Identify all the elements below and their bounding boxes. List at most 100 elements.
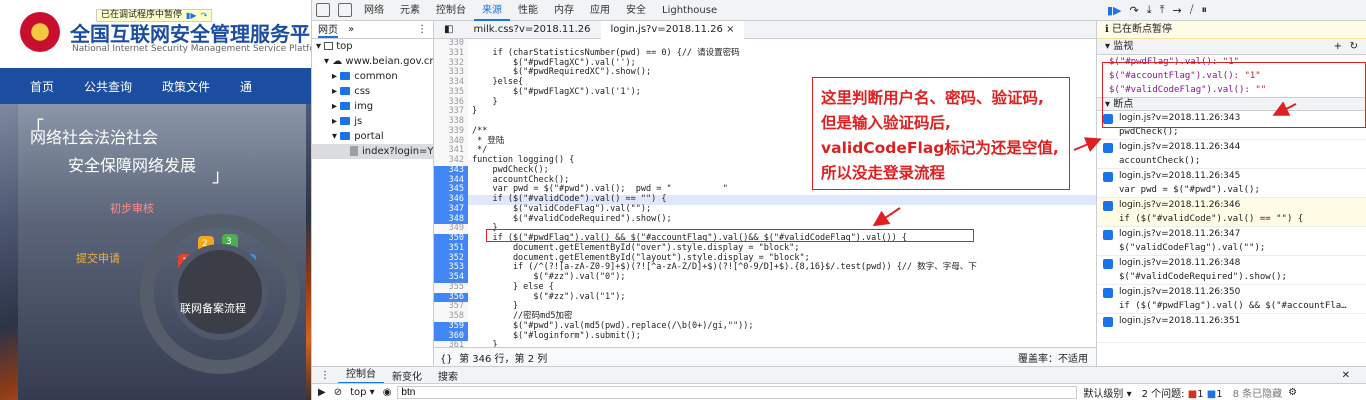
tree-item-img[interactable]: ▸ img [312,99,433,114]
tab-elements[interactable]: 元素 [392,0,428,21]
inspect-element-icon[interactable] [316,3,330,17]
breakpoint-source: if ($("#validCode").val() == "") { [1119,214,1304,224]
breakpoint-item[interactable]: login.js?v=2018.11.26:346 if ($("#validCo… [1097,198,1366,227]
code-line[interactable]: 360 $("#loginform").submit(); [434,331,1096,342]
tab-sources[interactable]: 来源 [474,0,510,21]
breakpoint-checkbox[interactable] [1103,288,1113,298]
navigator-tabs: 网页 » ⋮ [312,21,433,39]
pause-exceptions-icon[interactable]: ⏸ [1201,3,1207,17]
breakpoint-item[interactable]: login.js?v=2018.11.26:351 [1097,314,1366,343]
breakpoint-source [1119,328,1366,342]
annotation-line: 但是输入验证码后, [821,114,951,132]
tree-item-js[interactable]: ▸ js [312,114,433,129]
breakpoint-checkbox[interactable] [1103,317,1113,327]
device-toolbar-icon[interactable] [338,3,352,17]
breakpoint-item[interactable]: login.js?v=2018.11.26:344 accountCheck(); [1097,140,1366,169]
tab-application[interactable]: 应用 [582,0,618,21]
issues-count[interactable]: 2 个问题: ■1 ■1 [1142,385,1223,400]
console-settings-icon[interactable]: ⚙ [1288,387,1297,398]
folder-icon [340,87,351,95]
step-into-icon[interactable]: ⤓ [1147,3,1152,17]
editor-tab-login-js[interactable]: login.js?v=2018.11.26 × [600,20,745,39]
slogan-line1: 网络社会法治社会 [30,128,159,147]
annotation-line: 所以没走登录流程 [821,164,946,182]
code-line[interactable]: 356 $("#zz").val("1"); [434,292,1096,303]
file-navigator: 网页 » ⋮ ▾ top ▾ ☁ www.beian.gov.cn ▸ comm… [312,21,434,366]
navigator-menu-icon[interactable]: ⋮ [417,24,427,35]
close-drawer-icon[interactable]: ✕ [1334,370,1358,381]
pretty-print-icon[interactable]: {} [440,354,453,365]
breakpoint-checkbox[interactable] [1103,230,1113,240]
site-nav: 首页 公共查询 政策文件 通 [0,68,311,104]
cursor-position: 第 346 行，第 2 列 [459,353,548,365]
step-icon[interactable]: → [1172,4,1181,17]
breakpoint-list: login.js?v=2018.11.26:343 pwdCheck(); logi… [1097,111,1366,343]
tree-item-portal[interactable]: ▾ portal [312,129,433,144]
breakpoint-location: login.js?v=2018.11.26:351 [1119,316,1241,326]
tab-lighthouse[interactable]: Lighthouse [654,0,725,21]
breakpoint-location: login.js?v=2018.11.26:344 [1119,142,1241,152]
step-out-icon[interactable]: ⤒ [1160,3,1165,17]
drawer-tab-console[interactable]: 控制台 [338,367,384,384]
code-editor: ◧ milk.css?v=2018.11.26 login.js?v=2018.… [434,20,1096,366]
breakpoint-item[interactable]: login.js?v=2018.11.26:350 if ($("#pwdFlag… [1097,285,1366,314]
eye-icon[interactable]: ◉ [383,387,392,398]
highlight-watch [1102,62,1366,128]
step-over-icon[interactable]: ↷ [1130,4,1139,17]
bracket-close: 」 [212,166,230,187]
watch-header[interactable]: ▾ 监视 + ↻ [1097,39,1366,55]
slogan-line2: 安全保障网络发展 [68,156,197,175]
refresh-icon[interactable]: ↻ [1350,39,1358,55]
breakpoint-item[interactable]: login.js?v=2018.11.26:348 $("#validCodeRe… [1097,256,1366,285]
tab-page[interactable]: 网页 [318,21,338,38]
tab-performance[interactable]: 性能 [510,0,546,21]
deactivate-breakpoints-icon[interactable]: ⧸ [1190,3,1194,17]
resume-icon[interactable]: ▮▶ [1107,4,1122,17]
tree-item-top[interactable]: ▾ top [312,39,433,54]
folder-icon [340,132,351,140]
context-select[interactable]: top ▾ [350,387,375,398]
breakpoint-checkbox[interactable] [1103,143,1113,153]
breakpoint-item[interactable]: login.js?v=2018.11.26:345 var pwd = $("#p… [1097,169,1366,198]
step-over-icon[interactable]: ↷ [201,10,208,21]
nav-home[interactable]: 首页 [30,78,54,95]
toggle-navigator-icon[interactable]: ◧ [434,24,463,35]
breakpoint-checkbox[interactable] [1103,172,1113,182]
editor-tab-milk-css[interactable]: milk.css?v=2018.11.26 [463,24,600,35]
nav-public-query[interactable]: 公共查询 [84,78,132,95]
cloud-icon: ☁ [332,56,343,67]
console-toolbar: ▶ ⊘ top ▾ ◉ 默认级别 ▾ 2 个问题: ■1 ■1 8 条已隐藏 ⚙ [312,383,1366,400]
tab-console[interactable]: 控制台 [428,0,474,21]
breakpoint-source: var pwd = $("#pwd").val(); [1119,185,1260,195]
drawer-tab-search[interactable]: 搜索 [430,368,466,383]
drawer-tab-whats-new[interactable]: 新变化 [384,368,430,383]
code-line[interactable]: 348 $("#validCodeRequired").show(); [434,214,1096,225]
breakpoint-item[interactable]: login.js?v=2018.11.26:347 $("validCodeFla… [1097,227,1366,256]
tab-security[interactable]: 安全 [618,0,654,21]
tab-network[interactable]: 网络 [356,0,392,21]
nav-more[interactable]: 通 [240,78,252,95]
drawer-menu-icon[interactable]: ⋮ [312,370,338,381]
devtools-panel: 网络 元素 控制台 来源 性能 内存 应用 安全 Lighthouse ⊗3 ⚠… [312,0,1366,400]
sidebar-toggle-icon[interactable]: ▶ [318,387,326,398]
add-watch-icon[interactable]: + [1334,39,1342,55]
tree-item-css[interactable]: ▸ css [312,84,433,99]
console-filter-input[interactable] [397,385,1078,399]
more-tabs-icon[interactable]: » [348,24,354,35]
tree-item-domain[interactable]: ▾ ☁ www.beian.gov.cn [312,54,433,69]
flow-label: 联网备案流程 [180,302,246,315]
level-select[interactable]: 默认级别 ▾ [1083,385,1131,400]
nav-policy-docs[interactable]: 政策文件 [162,78,210,95]
tree-item-index[interactable]: index?login=Y&t [312,144,433,159]
resume-icon[interactable]: ▮▶ [186,10,197,21]
tab-memory[interactable]: 内存 [546,0,582,21]
breakpoint-location: login.js?v=2018.11.26:346 [1119,200,1241,210]
tree-item-common[interactable]: ▸ common [312,69,433,84]
breakpoint-checkbox[interactable] [1103,201,1113,211]
hero-banner: 「 网络社会法治社会 安全保障网络发展 」 初步审核 提交申请 1 2 3 4 … [0,104,311,400]
annotation-note: 这里判断用户名、密码、验证码, 但是输入验证码后, validCodeFlag标… [812,77,1070,190]
breakpoint-checkbox[interactable] [1103,259,1113,269]
hidden-count: 8 条已隐藏 [1232,388,1283,400]
highlight-line-350 [486,229,974,242]
clear-console-icon[interactable]: ⊘ [334,387,342,398]
